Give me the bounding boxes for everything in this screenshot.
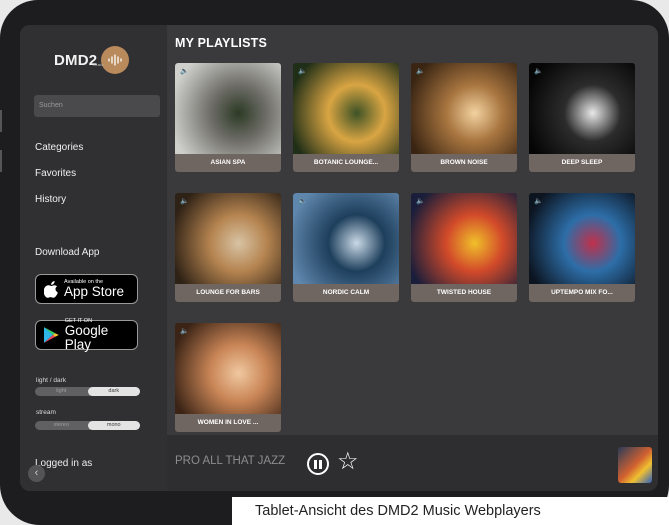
speaker-icon: 🔈 — [298, 198, 307, 205]
sidebar: DMD2 music Suchen Categories Favorites H… — [20, 25, 167, 491]
theme-toggle[interactable]: light dark — [35, 387, 140, 396]
theme-option-light[interactable]: light — [35, 387, 88, 396]
playlist-label: NORDIC CALM — [293, 284, 399, 302]
logged-in-label: Logged in as — [35, 458, 93, 469]
speaker-icon: 🔈 — [416, 68, 425, 75]
stream-option-stereo[interactable]: stereo — [35, 421, 88, 430]
speaker-icon: 🔈 — [534, 68, 543, 75]
playlist-tile[interactable]: 🔈 LOUNGE FOR BARS — [175, 193, 281, 302]
search-input[interactable]: Suchen — [34, 95, 160, 117]
page-title: MY PLAYLISTS — [175, 36, 268, 50]
playlist-label: BOTANIC LOUNGE... — [293, 154, 399, 172]
playlist-label: ASIAN SPA — [175, 154, 281, 172]
playlist-cover-image — [293, 63, 399, 154]
apple-icon — [44, 280, 58, 298]
playlist-cover-image — [175, 193, 281, 284]
tablet-device: DMD2 music Suchen Categories Favorites H… — [0, 0, 669, 525]
playlist-cover-image — [411, 193, 517, 284]
playlist-cover-image — [175, 63, 281, 154]
stream-label: stream — [36, 409, 56, 416]
nav-favorites[interactable]: Favorites — [35, 168, 76, 179]
playlist-label: LOUNGE FOR BARS — [175, 284, 281, 302]
pause-icon[interactable] — [307, 453, 329, 475]
speaker-icon: 🔈 — [180, 328, 189, 335]
star-icon[interactable]: ☆ — [337, 450, 359, 474]
playlist-label: DEEP SLEEP — [529, 154, 635, 172]
pro-section-title: PRO ALL THAT JAZZ — [175, 455, 286, 467]
playlist-tile[interactable]: 🔈 ASIAN SPA — [175, 63, 281, 172]
playlist-tile[interactable]: 🔈 DEEP SLEEP — [529, 63, 635, 172]
app-store-big-text: App Store — [64, 284, 125, 299]
image-caption: Tablet-Ansicht des DMD2 Music Webplayers — [232, 497, 669, 525]
download-app-title: Download App — [35, 247, 100, 258]
theme-label: light / dark — [36, 377, 66, 384]
volume-button — [0, 110, 2, 132]
playlist-label: WOMEN IN LOVE ... — [175, 414, 281, 432]
pro-playlist-thumbnail[interactable] — [618, 447, 652, 483]
nav-history[interactable]: History — [35, 194, 66, 205]
playlist-tile[interactable]: 🔈 BROWN NOISE — [411, 63, 517, 172]
playlist-label: UPTEMPO MIX FO... — [529, 284, 635, 302]
app-store-button[interactable]: Available on the App Store — [35, 274, 138, 304]
speaker-icon: 🔈 — [298, 68, 307, 75]
speaker-icon: 🔈 — [180, 68, 189, 75]
playlist-cover-image — [529, 193, 635, 284]
speaker-icon: 🔈 — [534, 198, 543, 205]
playlist-cover-image — [175, 323, 281, 414]
volume-button — [0, 150, 2, 172]
speaker-icon: 🔈 — [180, 198, 189, 205]
chevron-left-icon[interactable]: ‹ — [28, 465, 45, 482]
playlist-label: TWISTED HOUSE — [411, 284, 517, 302]
google-play-icon — [44, 327, 59, 343]
stream-option-mono[interactable]: mono — [87, 421, 140, 430]
playlist-tile[interactable]: 🔈 NORDIC CALM — [293, 193, 399, 302]
google-play-button[interactable]: GET IT ON Google Play — [35, 318, 138, 352]
playlist-tile[interactable]: 🔈 UPTEMPO MIX FO... — [529, 193, 635, 302]
google-play-big-text: Google Play — [64, 323, 109, 352]
playlist-label: BROWN NOISE — [411, 154, 517, 172]
nav-categories[interactable]: Categories — [35, 142, 83, 153]
playlist-cover-image — [411, 63, 517, 154]
playlist-tile[interactable]: 🔈 BOTANIC LOUNGE... — [293, 63, 399, 172]
speaker-icon: 🔈 — [416, 198, 425, 205]
logo-subtitle: music — [93, 62, 104, 67]
playlist-tile[interactable]: 🔈 WOMEN IN LOVE ... — [175, 323, 281, 432]
playlist-tile[interactable]: 🔈 TWISTED HOUSE — [411, 193, 517, 302]
logo-text: DMD2 — [54, 51, 98, 69]
logo[interactable]: DMD2 music — [54, 46, 130, 74]
stream-toggle[interactable]: stereo mono — [35, 421, 140, 430]
logo-waveform-icon — [101, 46, 130, 74]
playlist-cover-image — [293, 193, 399, 284]
app-screen: DMD2 music Suchen Categories Favorites H… — [20, 25, 658, 491]
theme-option-dark[interactable]: dark — [87, 387, 140, 396]
playlist-cover-image — [529, 63, 635, 154]
